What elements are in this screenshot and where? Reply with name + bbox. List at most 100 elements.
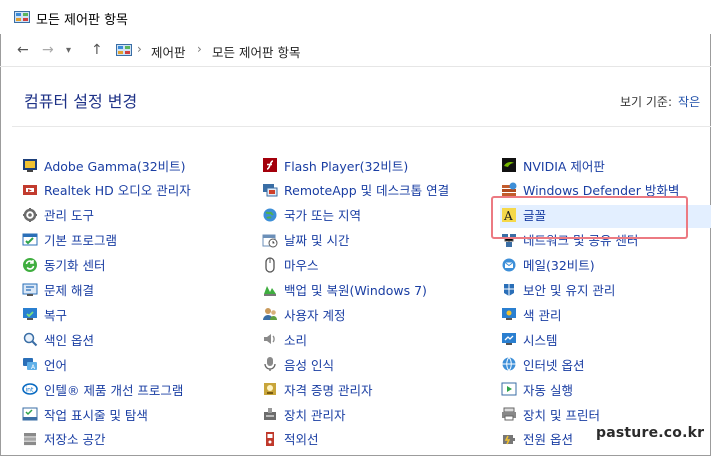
- callout-box: [491, 196, 688, 239]
- control-panel-item[interactable]: 사용자 계정: [262, 304, 345, 324]
- control-panel-item-label: 장치 관리자: [284, 407, 346, 423]
- control-panel-item-label: 국가 또는 지역: [284, 208, 361, 224]
- control-panel-item-label: 메일(32비트): [523, 258, 595, 274]
- control-panel-item-label: RemoteApp 및 데스크톱 연결: [284, 183, 450, 199]
- svg-text:int: int: [26, 387, 34, 394]
- control-panel-item[interactable]: Realtek HD 오디오 관리자: [22, 180, 191, 200]
- power-options-icon: [503, 434, 515, 445]
- control-panel-item[interactable]: 날짜 및 시간: [262, 230, 349, 250]
- mail-icon: [502, 258, 516, 272]
- control-panel-item[interactable]: 복구: [22, 304, 67, 324]
- control-panel-item[interactable]: 소리: [262, 329, 307, 349]
- control-panel-item[interactable]: 동기화 센터: [22, 255, 105, 275]
- heading-divider: [12, 126, 711, 127]
- control-panel-item[interactable]: RemoteApp 및 데스크톱 연결: [262, 180, 449, 200]
- control-panel-item[interactable]: NVIDIA 제어판: [501, 155, 605, 175]
- page-heading: 컴퓨터 설정 변경: [24, 92, 138, 111]
- remoteapp-icon: [263, 183, 278, 197]
- storage-spaces-icon: [24, 432, 36, 445]
- view-by-label: 보기 기준:: [620, 95, 673, 109]
- breadcrumb-separator-icon[interactable]: ›: [197, 42, 202, 56]
- control-panel-item[interactable]: 작업 표시줄 및 탐색: [22, 404, 148, 424]
- control-panel-item-label: 날짜 및 시간: [284, 233, 350, 249]
- flash-player-icon: [263, 158, 277, 172]
- control-panel-item[interactable]: Flash Player(32비트): [262, 155, 408, 175]
- adobe-gamma-icon: [23, 159, 37, 172]
- infrared-icon: [266, 431, 274, 446]
- control-panel-item-label: 시스템: [523, 332, 558, 348]
- breadcrumb-separator-icon[interactable]: ›: [137, 42, 142, 56]
- view-by-dropdown[interactable]: 작은: [678, 95, 700, 109]
- control-panel-item-label: 저장소 공간: [44, 432, 106, 448]
- title-bar[interactable]: 모든 제어판 항목: [0, 0, 711, 34]
- control-panel-item[interactable]: 자격 증명 관리자: [262, 379, 372, 399]
- control-panel-item-label: 작업 표시줄 및 탐색: [44, 407, 148, 423]
- user-accounts-icon: [263, 308, 277, 321]
- speech-recognition-icon: [264, 357, 276, 372]
- date-time-icon: [262, 234, 278, 248]
- control-panel-item-label: 백업 및 복원(Windows 7): [284, 283, 427, 298]
- forward-arrow-icon[interactable]: →: [42, 42, 54, 58]
- control-panel-item[interactable]: 색 관리: [501, 304, 561, 324]
- control-panel-item[interactable]: 자동 실행: [501, 379, 573, 399]
- admin-tools-icon: [23, 207, 37, 222]
- control-panel-item[interactable]: 마우스: [262, 255, 319, 275]
- window-title: 모든 제어판 항목: [36, 13, 128, 28]
- language-icon: A: [23, 358, 37, 371]
- control-panel-item[interactable]: 장치 및 프린터: [501, 404, 600, 424]
- mouse-icon: [265, 256, 275, 273]
- control-panel-item-label: Flash Player(32비트): [284, 158, 409, 174]
- breadcrumb-control-panel[interactable]: 제어판: [151, 42, 186, 61]
- control-panel-item-label: 전원 옵션: [523, 432, 573, 448]
- control-panel-item-label: 동기화 센터: [44, 258, 106, 274]
- control-panel-item[interactable]: 국가 또는 지역: [262, 205, 361, 225]
- control-panel-item[interactable]: 저장소 공간: [22, 429, 105, 449]
- sound-icon: [264, 334, 275, 345]
- control-panel-item-label: 자동 실행: [523, 382, 573, 398]
- control-panel-item-label: 보안 및 유지 관리: [523, 283, 616, 298]
- internet-options-icon: [502, 357, 516, 372]
- device-manager-icon: [264, 408, 276, 420]
- control-panel-item-label: 색 관리: [523, 307, 562, 323]
- control-panel-item-label: 복구: [44, 307, 68, 323]
- control-panel-item[interactable]: 적외선: [262, 429, 319, 449]
- address-control-panel-icon: [116, 44, 132, 56]
- control-panel-item[interactable]: 백업 및 복원(Windows 7): [262, 280, 427, 300]
- control-panel-item[interactable]: 인터넷 옵션: [501, 354, 584, 374]
- control-panel-item-label: 언어: [44, 357, 68, 373]
- back-arrow-icon[interactable]: ←: [17, 42, 29, 58]
- control-panel-item-label: 사용자 계정: [284, 307, 346, 323]
- intel-program-icon: int: [22, 383, 38, 395]
- indexing-options-icon: [23, 333, 38, 347]
- sync-center-icon: [23, 257, 37, 272]
- control-panel-item-label: 색인 옵션: [44, 332, 94, 348]
- control-panel-item[interactable]: 장치 관리자: [262, 404, 345, 424]
- control-panel-item-label: Realtek HD 오디오 관리자: [44, 183, 191, 199]
- control-panel-item[interactable]: 메일(32비트): [501, 255, 595, 275]
- control-panel-item[interactable]: 관리 도구: [22, 205, 94, 225]
- recent-locations-chevron-icon[interactable]: ▾: [66, 45, 71, 56]
- devices-printers-icon: [502, 407, 516, 421]
- control-panel-item[interactable]: int 인텔® 제품 개선 프로그램: [22, 379, 183, 399]
- control-panel-item[interactable]: 문제 해결: [22, 280, 94, 300]
- control-panel-item-label: 마우스: [284, 258, 319, 274]
- address-bar: ← → ▾ ↑ › 제어판 › 모든 제어판 항목: [0, 36, 711, 64]
- control-panel-item[interactable]: 색인 옵션: [22, 329, 94, 349]
- region-icon: [263, 208, 277, 222]
- autoplay-icon: [501, 382, 517, 396]
- control-panel-item[interactable]: Adobe Gamma(32비트): [22, 155, 186, 175]
- watermark: pasture.co.kr: [596, 425, 705, 441]
- control-panel-item[interactable]: 보안 및 유지 관리: [501, 280, 615, 300]
- control-panel-item[interactable]: 전원 옵션: [501, 429, 573, 449]
- control-panel-item-label: 문제 해결: [44, 283, 94, 298]
- security-maintenance-icon: [504, 283, 514, 296]
- troubleshooting-icon: [22, 283, 38, 296]
- control-panel-item[interactable]: 음성 인식: [262, 354, 334, 374]
- nvidia-icon: [502, 158, 516, 172]
- up-arrow-icon[interactable]: ↑: [91, 42, 103, 58]
- control-panel-item-label: 적외선: [284, 432, 319, 448]
- control-panel-item[interactable]: 기본 프로그램: [22, 230, 117, 250]
- breadcrumb-all-items[interactable]: 모든 제어판 항목: [212, 42, 300, 61]
- control-panel-item[interactable]: 시스템: [501, 329, 558, 349]
- control-panel-item[interactable]: A 언어: [22, 354, 67, 374]
